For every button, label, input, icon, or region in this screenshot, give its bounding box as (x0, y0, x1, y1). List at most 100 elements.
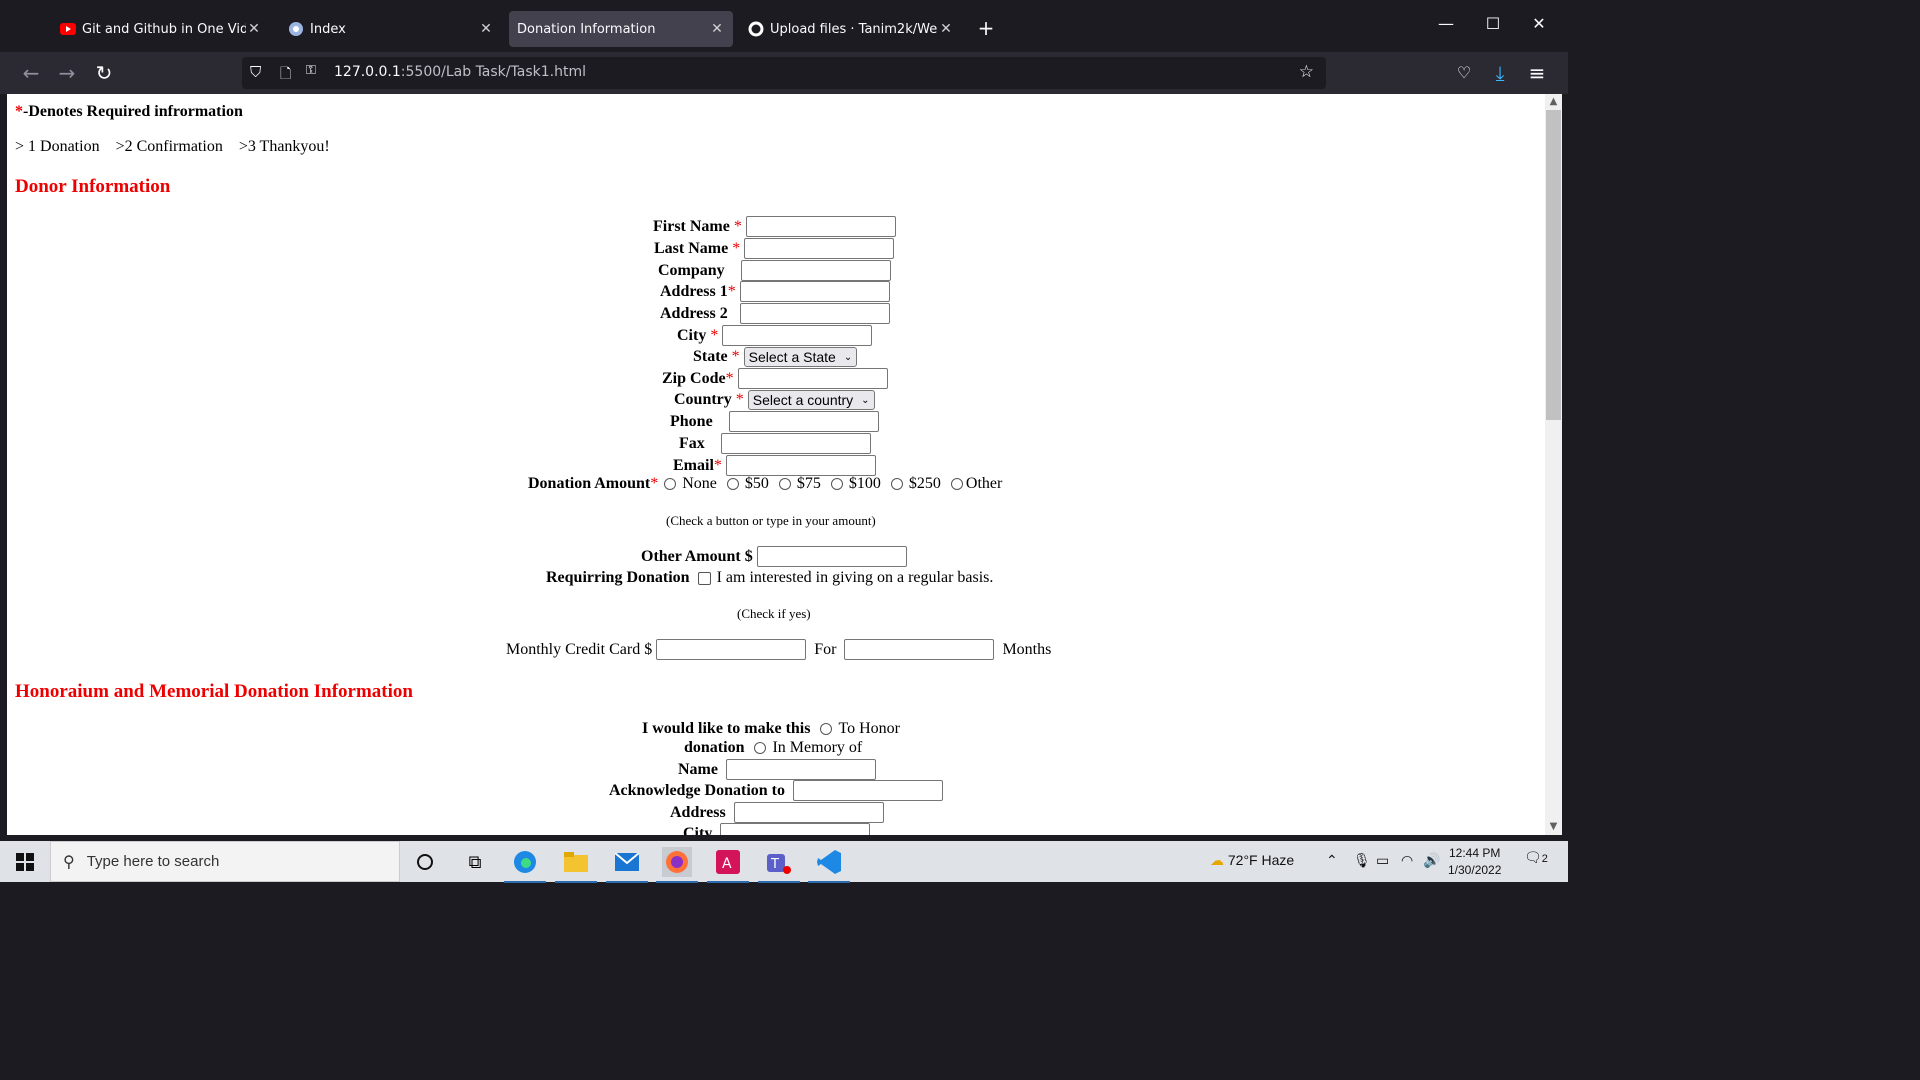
download-icon[interactable]: ⤓ (1487, 60, 1513, 86)
tab-github[interactable]: Upload files · Tanim2k/Webtech ✕ (740, 11, 962, 47)
other-amount-row: Other Amount $ (641, 546, 907, 567)
recurring-checkbox[interactable] (697, 571, 711, 585)
country-row: Country * Select a country ⌄ (674, 390, 875, 410)
in-memory-radio[interactable] (754, 742, 767, 754)
donation-amount-row: Donation Amount * None $50 $75 $100 $250 … (528, 475, 1003, 492)
scroll-down-icon[interactable]: ▼ (1545, 819, 1562, 835)
address1-row: Address 1 * (660, 281, 890, 302)
acknowledge-input[interactable] (793, 780, 944, 801)
honor-address-input[interactable] (733, 802, 884, 823)
state-select[interactable]: Select a State ⌄ (743, 347, 858, 367)
back-icon[interactable]: ← (18, 60, 44, 86)
close-tab-icon[interactable]: ✕ (478, 21, 494, 37)
email-row: Email * (673, 455, 876, 476)
minimize-icon[interactable]: — (1431, 14, 1461, 33)
svg-text:T: T (770, 857, 779, 872)
last-name-input[interactable] (744, 238, 895, 259)
country-select[interactable]: Select a country ⌄ (747, 390, 875, 410)
step-confirmation: >2 Confirmation (115, 138, 223, 155)
city-row: City * (677, 325, 873, 346)
edge-icon[interactable] (504, 847, 546, 883)
vscode-icon[interactable] (808, 847, 850, 883)
memory-row: donation In Memory of (684, 739, 863, 756)
forward-icon[interactable]: → (54, 60, 80, 86)
close-tab-icon[interactable]: ✕ (246, 21, 262, 37)
zip-input[interactable] (737, 368, 888, 389)
youtube-icon (60, 21, 76, 37)
phone-row: Phone (670, 411, 879, 432)
menu-icon[interactable]: ≡ (1524, 60, 1550, 86)
windows-start-icon[interactable] (10, 847, 40, 877)
file-explorer-icon[interactable] (555, 847, 597, 883)
scrollbar-thumb[interactable] (1546, 110, 1561, 420)
show-hidden-icons-icon[interactable]: ⌃ (1326, 852, 1338, 869)
donation-none-radio[interactable] (664, 478, 677, 490)
permissions-icon[interactable]: ⚿ (306, 63, 316, 78)
new-tab-icon[interactable]: + (976, 16, 996, 40)
tab-bar: Git and Github in One Video (Th ✕ Index … (0, 0, 1568, 52)
firefox-icon[interactable] (656, 847, 698, 883)
city-input[interactable] (722, 325, 873, 346)
to-honor-radio[interactable] (820, 723, 833, 735)
tab-youtube[interactable]: Git and Github in One Video (Th ✕ (52, 11, 270, 47)
honor-city-input[interactable] (720, 823, 871, 835)
close-tab-icon[interactable]: ✕ (709, 21, 725, 37)
battery-icon[interactable]: ▭ (1376, 852, 1389, 869)
recurring-hint: (Check if yes) (737, 606, 811, 621)
fax-row: Fax (679, 433, 871, 454)
donation-250-radio[interactable] (890, 478, 903, 490)
url-bar[interactable]: ⛉ 🗋 ⚿ 127.0.0.1:5500/Lab Task/Task1.html… (242, 57, 1326, 89)
months-count-input[interactable] (844, 639, 995, 660)
step-breadcrumb: > 1 Donation >2 Confirmation >3 Thankyou… (15, 138, 342, 156)
company-row: Company (658, 260, 891, 281)
tab-index[interactable]: Index ✕ (280, 11, 502, 47)
url-text[interactable]: 127.0.0.1:5500/Lab Task/Task1.html (334, 64, 586, 80)
step-donation: > 1 Donation (15, 138, 100, 155)
company-input[interactable] (740, 260, 891, 281)
teams-icon[interactable]: T (758, 847, 800, 883)
honoree-name-input[interactable] (725, 759, 876, 780)
honor-row: I would like to make this To Honor (642, 720, 901, 737)
cortana-icon[interactable] (410, 847, 440, 877)
address2-input[interactable] (739, 303, 890, 324)
close-tab-icon[interactable]: ✕ (938, 21, 954, 37)
tab-donation-information[interactable]: Donation Information ✕ (509, 11, 733, 47)
email-input[interactable] (725, 455, 876, 476)
wifi-icon[interactable]: ◠ (1401, 852, 1413, 869)
task-view-icon[interactable]: ⧉ (460, 847, 490, 877)
weather-widget[interactable]: ☁ 72°F Haze (1210, 852, 1294, 869)
shield-icon[interactable]: ⛉ (250, 63, 261, 81)
reload-icon[interactable]: ↻ (91, 60, 117, 86)
donation-other-radio[interactable] (950, 478, 963, 490)
volume-icon[interactable]: 🔊 (1423, 852, 1440, 869)
clock-date: 1/30/2022 (1448, 863, 1502, 877)
notifications-icon[interactable]: 🗨2 (1524, 849, 1548, 866)
microphone-icon[interactable]: 🎙 (1353, 852, 1371, 869)
phone-input[interactable] (728, 411, 879, 432)
scroll-up-icon[interactable]: ▲ (1545, 94, 1562, 110)
taskbar-search-box[interactable]: ⚲ Type here to search (50, 841, 400, 882)
address1-input[interactable] (739, 281, 890, 302)
search-icon: ⚲ (63, 853, 75, 871)
other-amount-input[interactable] (756, 546, 907, 567)
monthly-amount-input[interactable] (656, 639, 807, 660)
fax-input[interactable] (720, 433, 871, 454)
mail-icon[interactable] (606, 847, 648, 883)
bookmark-star-icon[interactable]: ☆ (1299, 62, 1314, 82)
windows-taskbar: ⚲ Type here to search ⧉ A T ☁ 72°F Haze … (0, 841, 1568, 883)
donation-50-radio[interactable] (726, 478, 739, 490)
tab-label: Git and Github in One Video (Th (82, 21, 246, 37)
navigation-bar: ← → ↻ ⛉ 🗋 ⚿ 127.0.0.1:5500/Lab Task/Task… (0, 52, 1568, 94)
acrobat-icon[interactable]: A (707, 847, 749, 883)
close-window-icon[interactable]: ✕ (1524, 14, 1554, 33)
maximize-icon[interactable]: ☐ (1478, 14, 1508, 33)
donation-100-radio[interactable] (830, 478, 843, 490)
tab-label: Donation Information (517, 21, 656, 37)
honoree-name-row: Name (678, 759, 876, 780)
pocket-icon[interactable]: ♡ (1451, 60, 1477, 86)
scrollbar[interactable]: ▲ ▼ (1545, 94, 1562, 835)
donation-75-radio[interactable] (778, 478, 791, 490)
first-name-input[interactable] (745, 216, 896, 237)
svg-text:A: A (722, 856, 732, 872)
taskbar-clock[interactable]: 12:44 PM 1/30/2022 (1448, 845, 1501, 879)
